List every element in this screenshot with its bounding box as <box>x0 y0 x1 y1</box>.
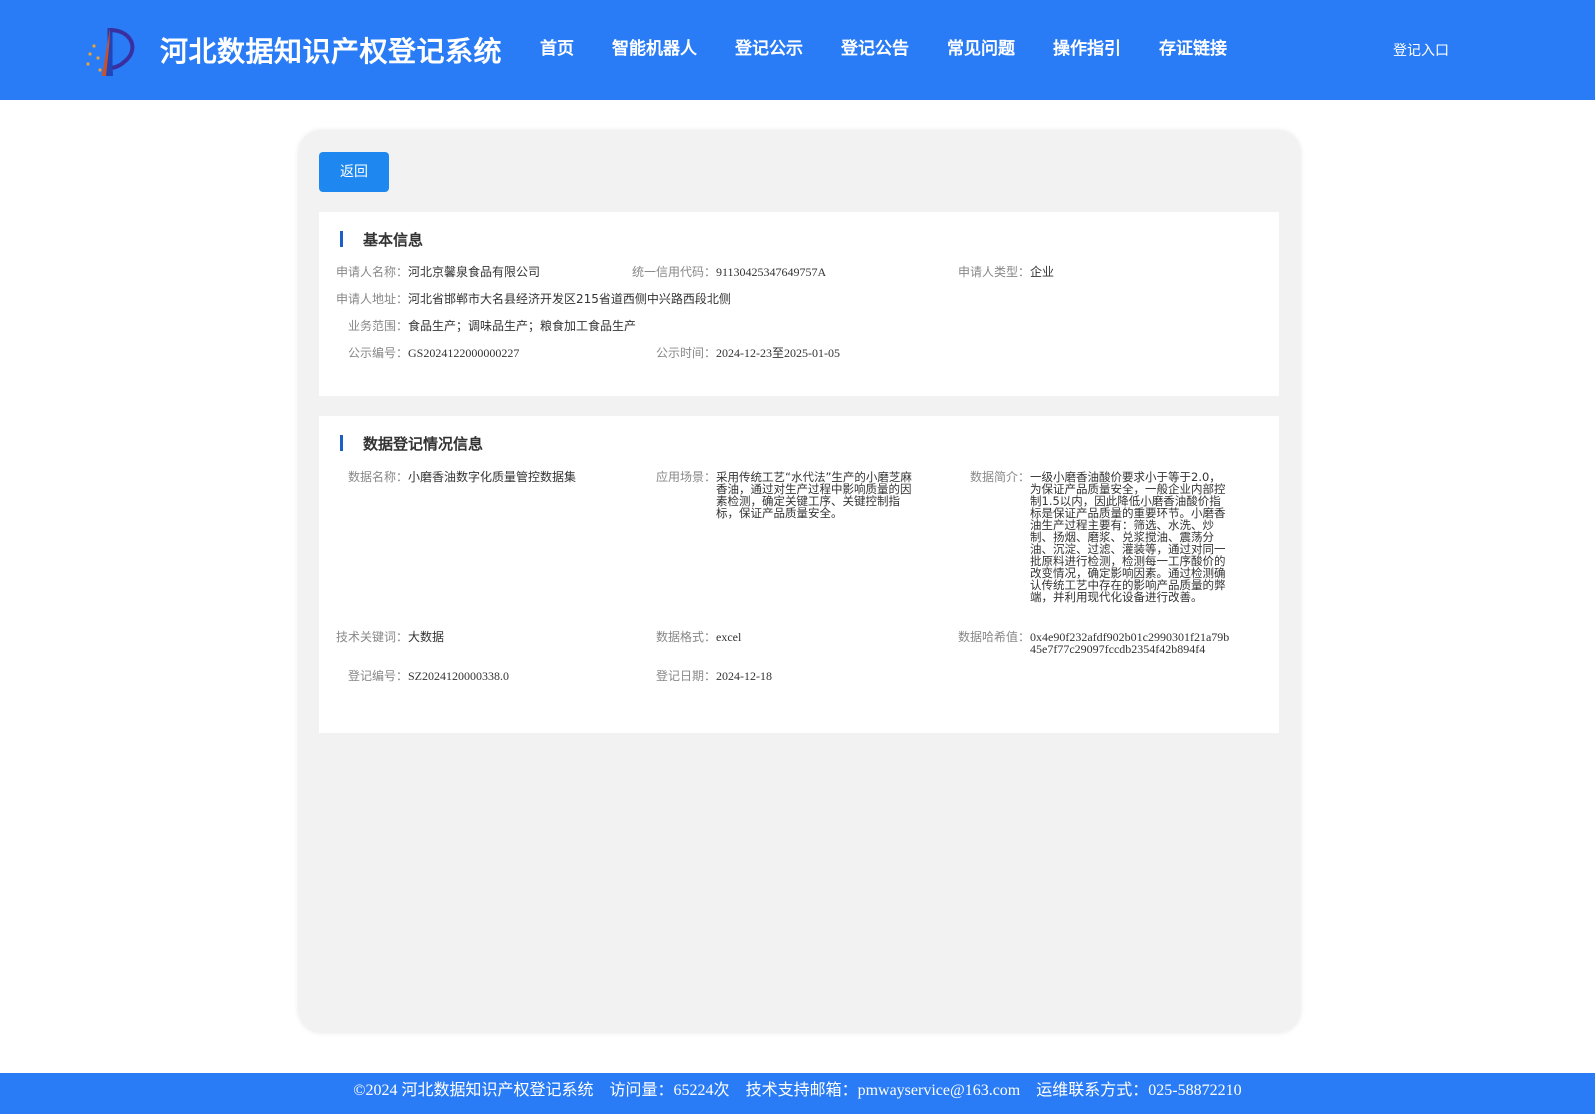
field-label: 申请人名称： <box>336 265 409 279</box>
field-label: 数据简介： <box>969 470 1030 484</box>
field-value: 小磨香油数字化质量管控数据集 <box>408 470 577 484</box>
data-registration-card: 数据登记情况信息 数据名称： 小磨香油数字化质量管控数据集 应用场景： 采用传统… <box>319 416 1279 733</box>
section-title-text: 数据登记情况信息 <box>363 434 484 453</box>
notice-time-field: 公示时间： 2024-12-23至2025-01-05 <box>644 347 840 359</box>
field-value: 2024-12-18 <box>716 669 772 683</box>
login-link[interactable]: 登记入口 <box>1393 40 1449 60</box>
applicant-type-field: 申请人类型： 企业 <box>958 266 1054 278</box>
field-value: 食品生产；调味品生产；粮食加工食品生产 <box>408 319 637 333</box>
field-value: 企业 <box>1030 265 1055 279</box>
data-format-field: 数据格式： excel <box>644 631 741 643</box>
field-value: 采用传统工艺“水代法”生产的小磨芝麻香油，通过对生产过程中影响质量的因素检测，确… <box>716 470 912 520</box>
nav-guide[interactable]: 操作指引 <box>1053 34 1121 59</box>
nav-home[interactable]: 首页 <box>540 34 574 59</box>
footer-email: 技术支持邮箱：pmwayservice@163.com <box>745 1082 1021 1099</box>
section-bar <box>340 231 343 247</box>
main-nav: 首页 智能机器人 登记公示 登记公告 常见问题 操作指引 存证链接 <box>540 34 1227 59</box>
field-value: GS2024122000000227 <box>408 346 520 360</box>
main-panel: 返回 基本信息 申请人名称： 河北京馨泉食品有限公司 统一信用代码： 91130… <box>299 131 1300 1032</box>
keyword-field: 技术关键词： 大数据 <box>336 631 444 643</box>
field-value: 2024-12-23至2025-01-05 <box>716 346 840 360</box>
field-label: 业务范围： <box>347 319 408 333</box>
data-hash-field: 数据哈希值： 0x4e90f232afdf902b01c2990301f21a7… <box>958 631 1230 655</box>
header: 河北数据知识产权登记系统 首页 智能机器人 登记公示 登记公告 常见问题 操作指… <box>0 0 1595 100</box>
footer-visits: 访问量：65224次 <box>609 1082 730 1099</box>
data-name-field: 数据名称： 小磨香油数字化质量管控数据集 <box>336 471 576 483</box>
field-value: SZ2024120000338.0 <box>408 669 510 683</box>
field-label: 技术关键词： <box>336 630 409 644</box>
field-label: 统一信用代码： <box>632 265 717 279</box>
registration-date-field: 登记日期： 2024-12-18 <box>644 670 772 682</box>
section-title: 数据登记情况信息 <box>340 432 483 454</box>
field-value: 91130425347649757A <box>716 265 827 279</box>
address-field: 申请人地址： 河北省邯郸市大名县经济开发区215省道西侧中兴路西段北侧 <box>336 293 731 305</box>
field-label: 登记编号： <box>347 669 408 683</box>
field-label: 申请人地址： <box>336 292 409 306</box>
field-value: 一级小磨香油酸价要求小于等于2.0，为保证产品质量安全，一般企业内部控制1.5以… <box>1030 470 1226 604</box>
business-scope-field: 业务范围： 食品生产；调味品生产；粮食加工食品生产 <box>336 320 636 332</box>
nav-announcement[interactable]: 登记公告 <box>841 34 909 59</box>
field-value: excel <box>716 630 742 644</box>
credit-code-field: 统一信用代码： 91130425347649757A <box>632 266 826 278</box>
footer: ©2024 河北数据知识产权登记系统 访问量：65224次 技术支持邮箱：pmw… <box>0 1073 1595 1114</box>
field-value: 河北京馨泉食品有限公司 <box>408 265 541 279</box>
registration-number-field: 登记编号： SZ2024120000338.0 <box>336 670 509 682</box>
nav-evidence-link[interactable]: 存证链接 <box>1159 34 1227 59</box>
section-title-text: 基本信息 <box>363 230 424 249</box>
field-value: 大数据 <box>408 630 445 644</box>
basic-info-card: 基本信息 申请人名称： 河北京馨泉食品有限公司 统一信用代码： 91130425… <box>319 212 1279 396</box>
application-scene-field: 应用场景： 采用传统工艺“水代法”生产的小磨芝麻香油，通过对生产过程中影响质量的… <box>644 471 922 519</box>
field-value: 河北省邯郸市大名县经济开发区215省道西侧中兴路西段北侧 <box>408 292 731 306</box>
field-value: 0x4e90f232afdf902b01c2990301f21a79b45e7f… <box>1030 630 1230 656</box>
nav-robot[interactable]: 智能机器人 <box>612 34 697 59</box>
footer-ops-contact: 运维联系方式：025-58872210 <box>1036 1082 1242 1099</box>
nav-publicity[interactable]: 登记公示 <box>735 34 803 59</box>
data-intro-field: 数据简介： 一级小磨香油酸价要求小于等于2.0，为保证产品质量安全，一般企业内部… <box>958 471 1226 603</box>
applicant-name-field: 申请人名称： 河北京馨泉食品有限公司 <box>336 266 540 278</box>
field-label: 应用场景： <box>655 470 716 484</box>
field-label: 公示编号： <box>347 346 408 360</box>
site-title: 河北数据知识产权登记系统 <box>160 35 503 68</box>
field-label: 数据格式： <box>655 630 716 644</box>
logo-icon <box>86 28 135 76</box>
section-bar <box>340 435 343 451</box>
field-label: 公示时间： <box>655 346 716 360</box>
field-label: 数据名称： <box>347 470 408 484</box>
field-label: 申请人类型： <box>958 265 1031 279</box>
field-label: 登记日期： <box>655 669 716 683</box>
notice-number-field: 公示编号： GS2024122000000227 <box>336 347 519 359</box>
back-button[interactable]: 返回 <box>319 152 389 192</box>
nav-faq[interactable]: 常见问题 <box>947 34 1015 59</box>
field-label: 数据哈希值： <box>958 630 1031 644</box>
footer-copyright: ©2024 河北数据知识产权登记系统 <box>353 1082 594 1099</box>
section-title: 基本信息 <box>340 228 423 250</box>
